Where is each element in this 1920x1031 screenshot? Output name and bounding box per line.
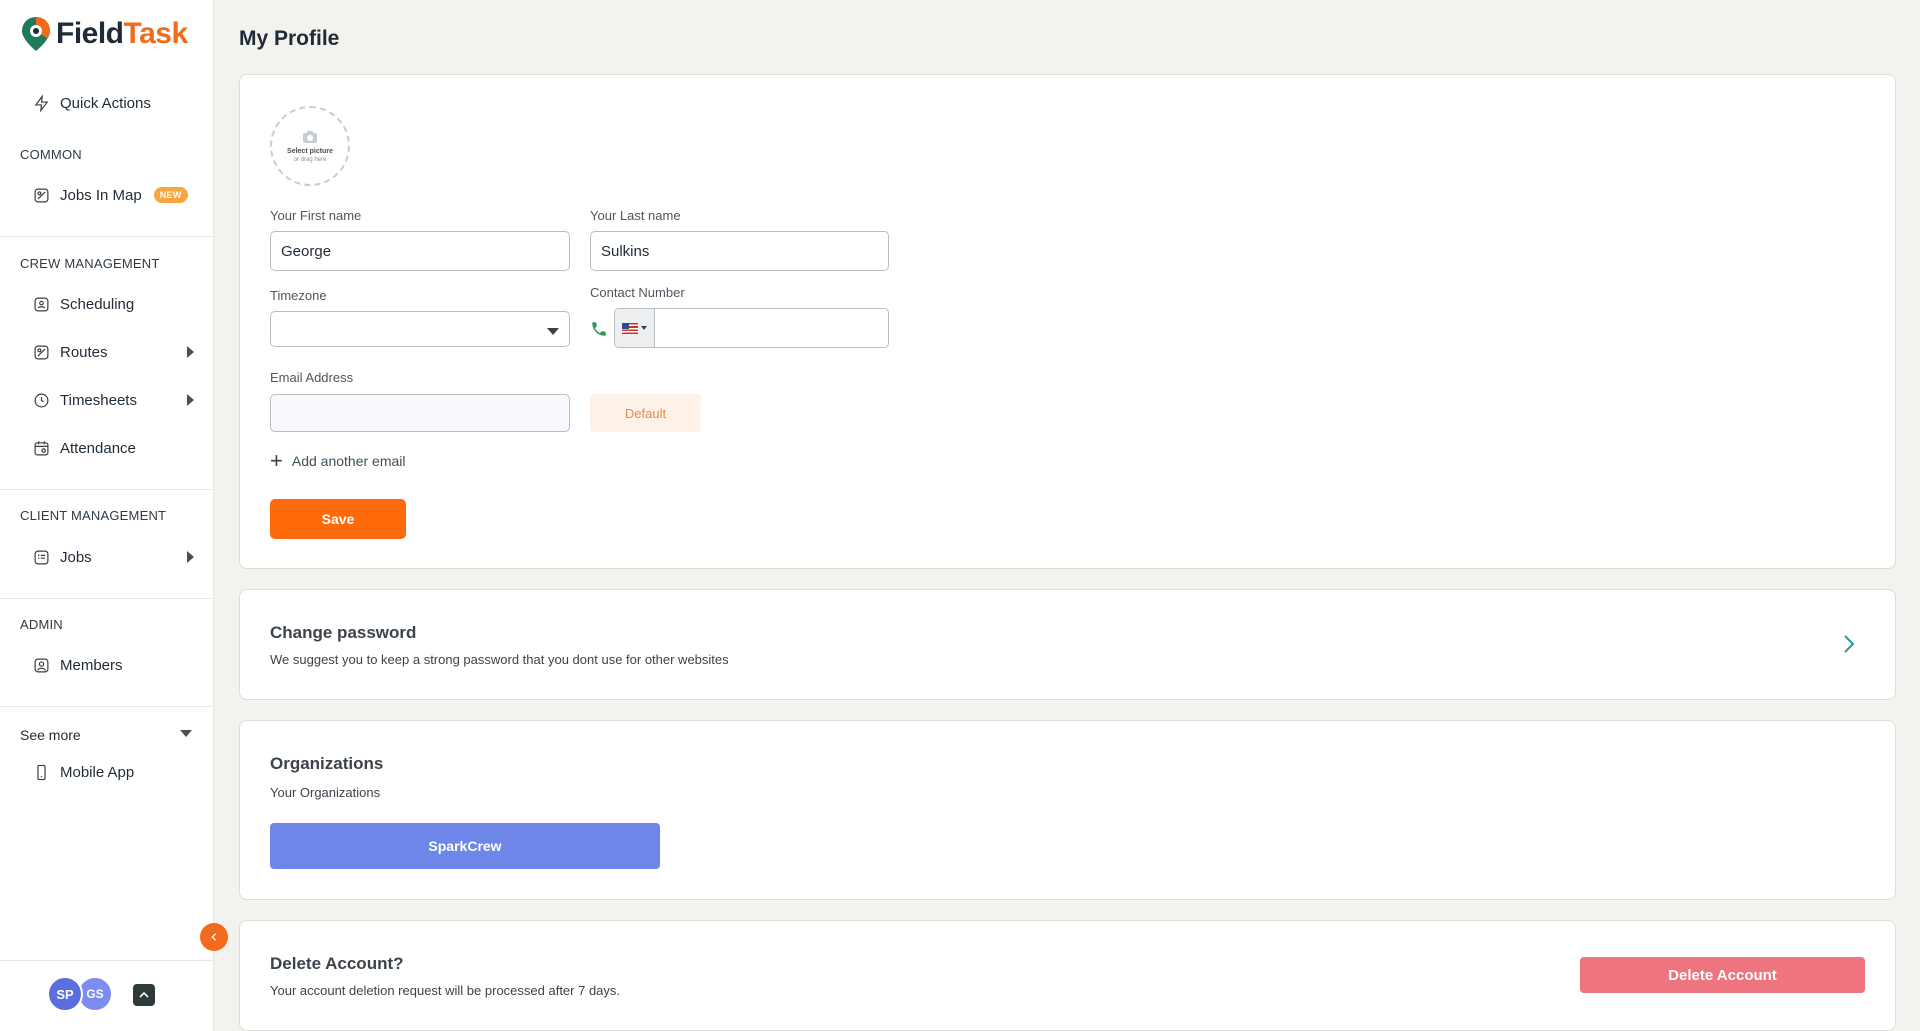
collapse-sidebar-button[interactable] xyxy=(200,923,228,951)
organizations-title: Organizations xyxy=(270,754,384,773)
sidebar-item-members[interactable]: Members xyxy=(32,653,192,677)
sidebar-divider xyxy=(0,706,214,707)
sidebar-item-label: Quick Actions xyxy=(60,94,151,112)
sidebar-divider xyxy=(0,489,214,490)
country-code-select[interactable] xyxy=(615,309,655,347)
sidebar-item-attendance[interactable]: Attendance xyxy=(32,436,192,460)
route-icon xyxy=(32,343,50,361)
logo-text-field: Field xyxy=(56,17,124,50)
jobs-icon xyxy=(32,548,50,566)
section-label-common: COMMON xyxy=(20,147,82,162)
sidebar-item-routes[interactable]: Routes xyxy=(32,340,194,364)
sidebar-item-label: Jobs xyxy=(60,548,92,566)
camera-icon xyxy=(303,130,317,143)
first-name-label: Your First name xyxy=(270,208,362,223)
organization-button-sparkcrew[interactable]: SparkCrew xyxy=(270,823,660,869)
user-switcher: SP GS xyxy=(0,960,214,1031)
chevron-right-icon[interactable] xyxy=(1843,634,1855,654)
sidebar-item-label: Attendance xyxy=(60,439,136,457)
mobile-phone-icon xyxy=(32,763,50,781)
profile-card: Select picture or drag here Your First n… xyxy=(239,74,1896,569)
section-label-crew: CREW MANAGEMENT xyxy=(20,256,160,271)
avatar[interactable]: SP xyxy=(47,976,83,1012)
change-password-card[interactable]: Change password We suggest you to keep a… xyxy=(239,589,1896,700)
last-name-input[interactable]: Sulkins xyxy=(590,231,889,271)
picture-prompt-sub: or drag here xyxy=(293,156,327,163)
sidebar-item-label: Scheduling xyxy=(60,295,135,313)
delete-account-card: Delete Account? Your account deletion re… xyxy=(239,920,1896,1031)
us-flag-icon xyxy=(622,322,638,334)
sidebar-item-scheduling[interactable]: Scheduling xyxy=(32,292,192,316)
profile-picture-picker[interactable]: Select picture or drag here xyxy=(270,106,350,186)
organizations-card: Organizations Your Organizations SparkCr… xyxy=(239,720,1896,900)
contact-number-field xyxy=(614,308,889,348)
sidebar: FieldTask Quick Actions COMMON Jobs In M… xyxy=(0,0,214,1031)
change-password-subtitle: We suggest you to keep a strong password… xyxy=(270,652,729,667)
first-name-input[interactable]: George xyxy=(270,231,570,271)
clock-icon xyxy=(32,391,50,409)
caret-right-icon xyxy=(187,394,194,406)
save-button[interactable]: Save xyxy=(270,499,406,539)
sidebar-item-label: Routes xyxy=(60,343,108,361)
sidebar-item-label: Members xyxy=(60,656,123,674)
page-title: My Profile xyxy=(239,27,340,50)
delete-account-title: Delete Account? xyxy=(270,954,404,973)
plus-icon: + xyxy=(270,448,283,473)
contact-number-input[interactable] xyxy=(655,309,888,347)
contact-number-label: Contact Number xyxy=(590,285,685,300)
last-name-label: Your Last name xyxy=(590,208,681,223)
add-another-email-button[interactable]: + Add another email xyxy=(270,448,406,473)
sidebar-item-jobs-in-map[interactable]: Jobs In Map NEW xyxy=(32,183,192,207)
section-label-client: CLIENT MANAGEMENT xyxy=(20,508,167,523)
caret-down-icon xyxy=(180,730,192,737)
expand-user-menu-button[interactable] xyxy=(133,984,155,1006)
email-input[interactable] xyxy=(270,394,570,432)
timezone-label: Timezone xyxy=(270,288,327,303)
lightning-icon xyxy=(32,94,50,112)
map-icon xyxy=(32,186,50,204)
add-email-label: Add another email xyxy=(291,453,406,469)
email-label: Email Address xyxy=(270,370,354,385)
calendar-user-icon xyxy=(32,295,50,313)
sidebar-item-mobile-app[interactable]: Mobile App xyxy=(32,760,192,784)
organizations-subtitle: Your Organizations xyxy=(270,785,381,800)
timezone-select[interactable] xyxy=(270,311,570,347)
member-icon xyxy=(32,656,50,674)
sidebar-item-label: Jobs In Map xyxy=(60,186,142,204)
attendance-icon xyxy=(32,439,50,457)
chevron-left-icon xyxy=(211,933,217,941)
caret-right-icon xyxy=(187,551,194,563)
sidebar-divider xyxy=(0,598,214,599)
phone-icon xyxy=(592,322,606,336)
see-more-toggle[interactable]: See more xyxy=(20,727,192,743)
sidebar-item-jobs[interactable]: Jobs xyxy=(32,545,194,569)
caret-right-icon xyxy=(187,346,194,358)
see-more-label: See more xyxy=(20,727,81,743)
caret-down-icon xyxy=(641,326,647,330)
sidebar-item-timesheets[interactable]: Timesheets xyxy=(32,388,194,412)
delete-account-subtitle: Your account deletion request will be pr… xyxy=(270,983,621,998)
section-label-admin: ADMIN xyxy=(20,617,63,632)
sidebar-divider xyxy=(0,236,214,237)
picture-prompt: Select picture xyxy=(287,147,333,155)
new-badge: NEW xyxy=(153,187,188,203)
fieldtask-logo[interactable]: FieldTask xyxy=(20,16,188,52)
default-email-button[interactable]: Default xyxy=(590,394,701,432)
dropdown-arrow-icon xyxy=(547,328,559,335)
sidebar-item-quick-actions[interactable]: Quick Actions xyxy=(32,91,192,115)
change-password-title: Change password xyxy=(270,623,417,642)
sidebar-item-label: Timesheets xyxy=(60,391,137,409)
delete-account-button[interactable]: Delete Account xyxy=(1580,957,1865,993)
sidebar-item-label: Mobile App xyxy=(60,763,135,781)
chevron-up-icon xyxy=(139,991,149,998)
logo-text-task: Task xyxy=(123,17,189,50)
logo-pin-icon xyxy=(22,17,50,51)
